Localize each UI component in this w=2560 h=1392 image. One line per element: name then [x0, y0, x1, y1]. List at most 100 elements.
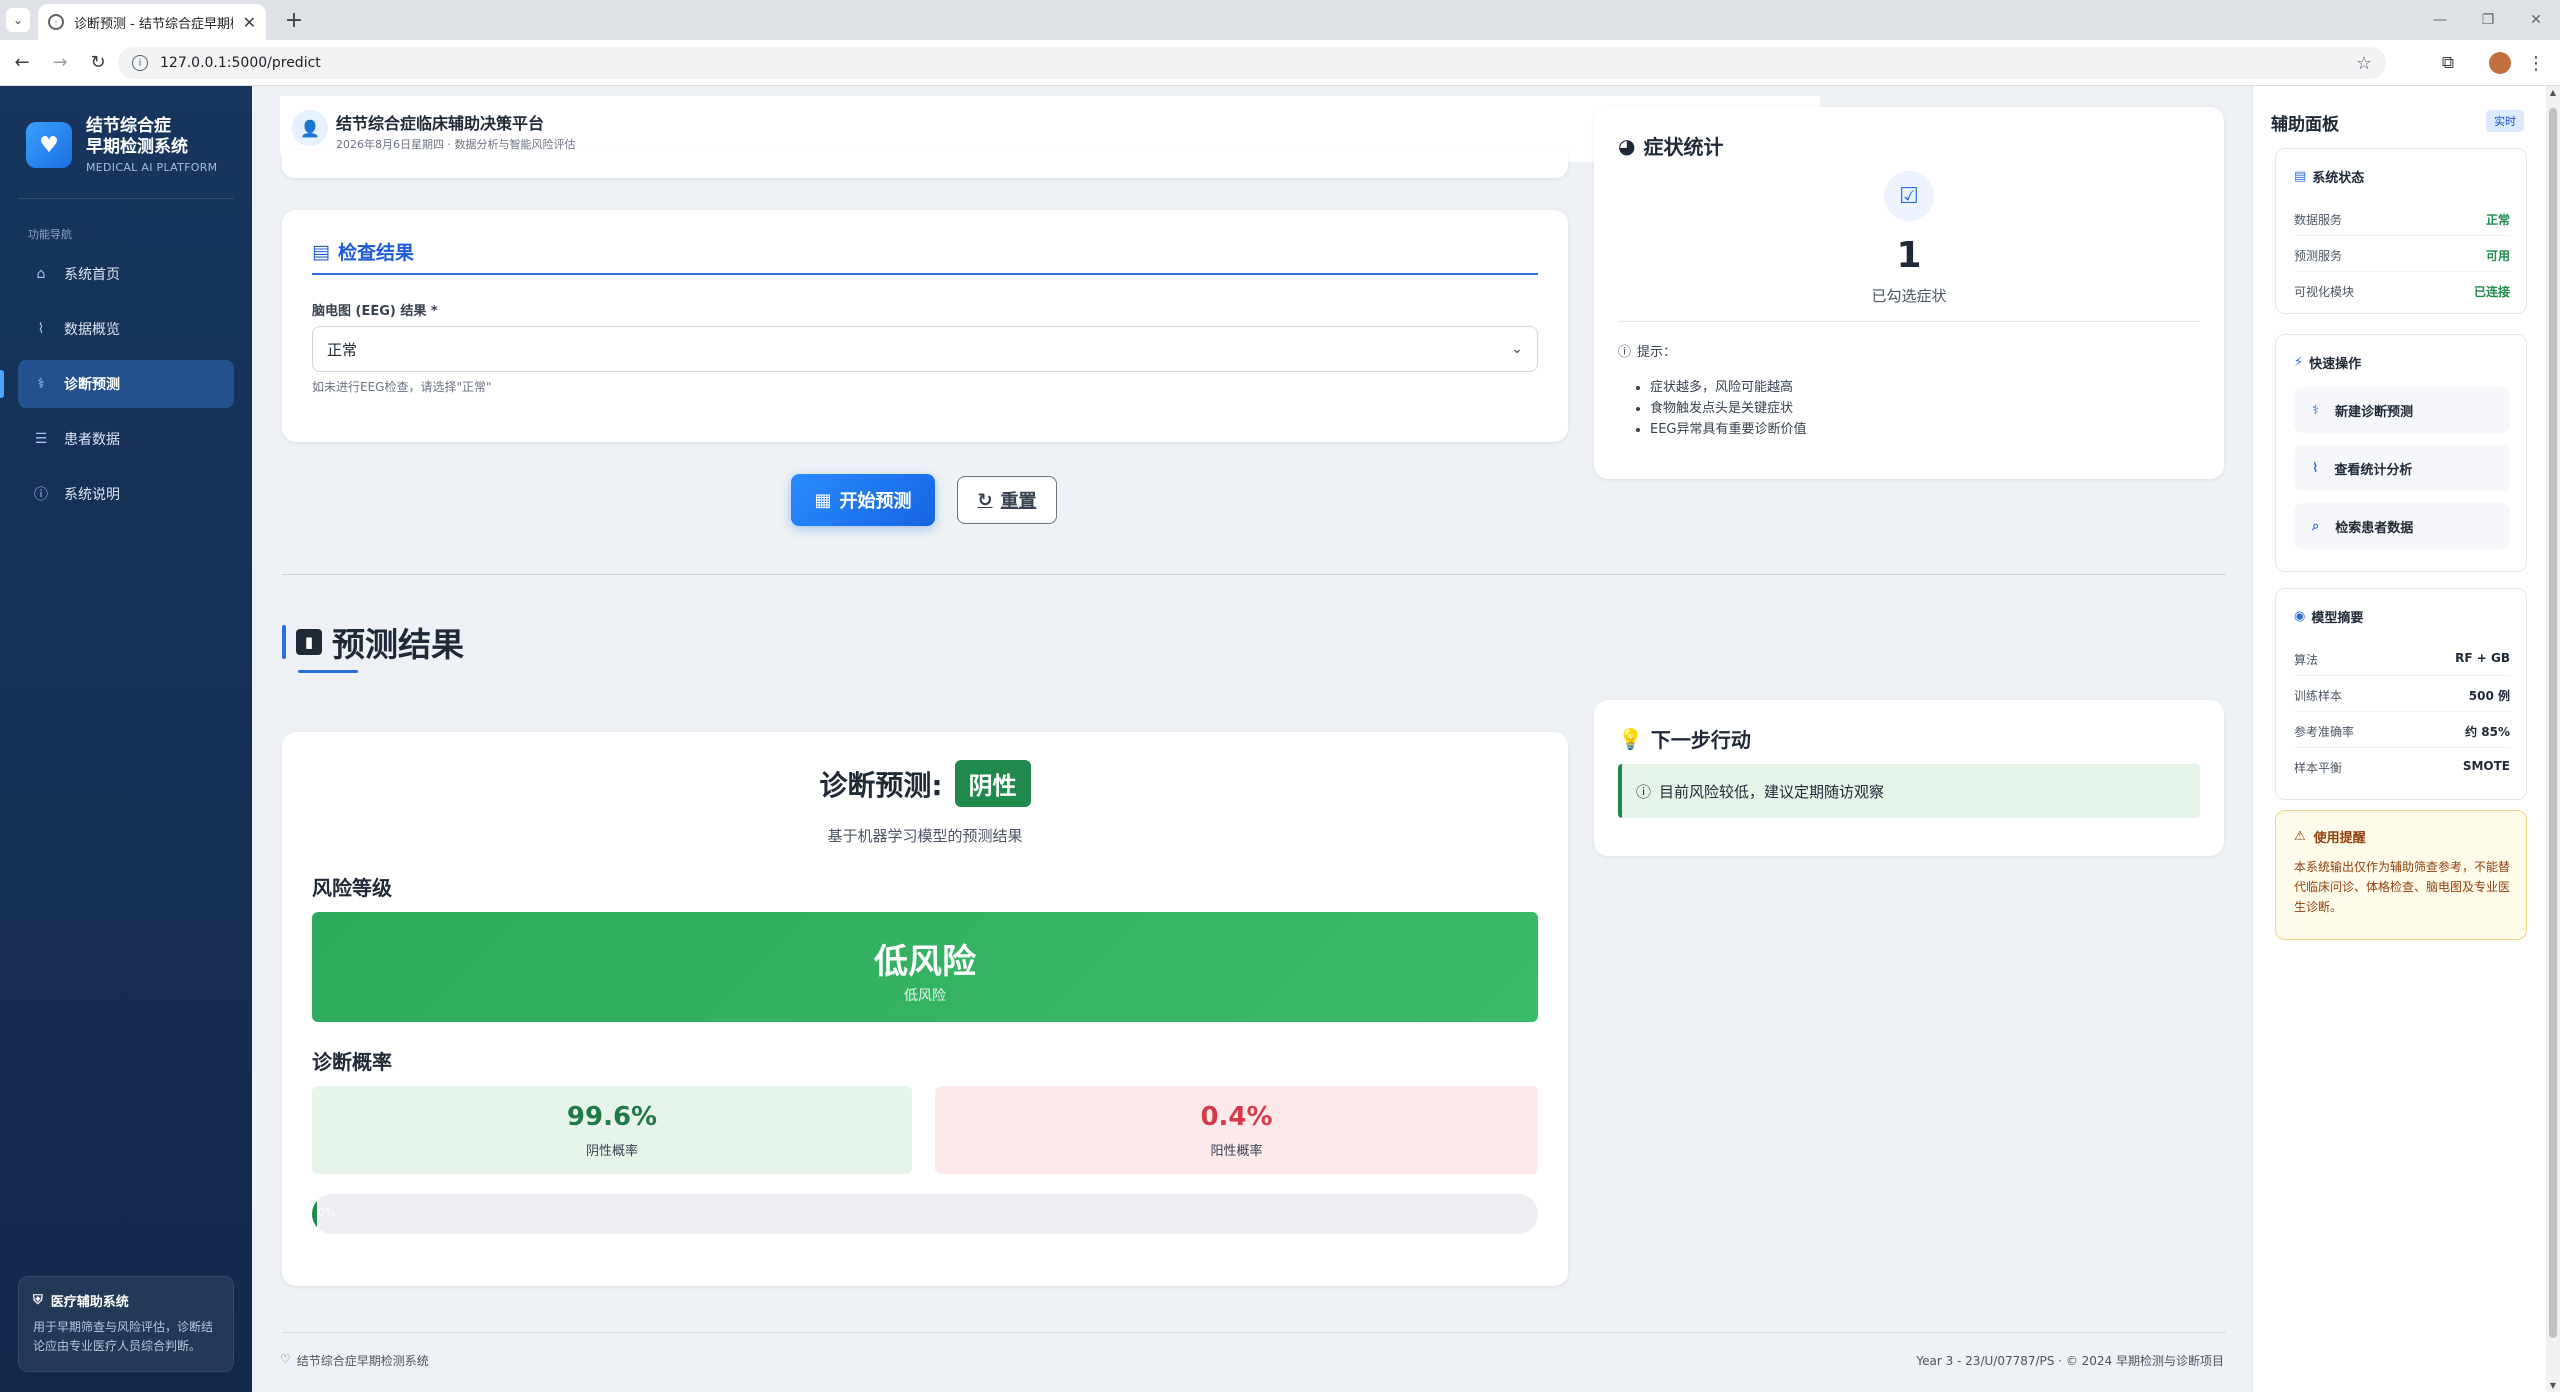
usage-warning-title: ⚠ 使用提醒 [2294, 827, 2366, 846]
reload-icon[interactable]: ↻ [82, 47, 114, 79]
eeg-field-label: 脑电图 (EEG) 结果 * [312, 304, 438, 319]
scrollbar-thumb[interactable] [2549, 108, 2557, 1338]
user-icon[interactable]: 👤 [292, 110, 328, 146]
quick-actions-panel: ⚡ 快速操作 ⚕ 新建诊断预测 ⌇ 查看统计分析 ⌕ 检索患者数据 [2275, 334, 2527, 572]
symptom-stats-card: ◕ 症状统计 ☑ 1 已勾选症状 ⓘ 提示： 症状越多，风险可能越高 食物触发点… [1594, 107, 2224, 479]
model-summary-title: ◉ 模型摘要 [2294, 607, 2363, 626]
stats-title: ◕ 症状统计 [1618, 131, 1723, 160]
window-close-icon[interactable]: ✕ [2512, 0, 2560, 40]
sidebar-item-about[interactable]: ⓘ 系统说明 [18, 470, 234, 518]
next-action-title-text: 下一步行动 [1650, 728, 1751, 752]
nav-section-label: 功能导航 [28, 228, 72, 241]
more-menu-icon[interactable]: ⋮ [2520, 47, 2552, 79]
page-scrollbar[interactable]: ▲ ▼ [2546, 86, 2560, 1392]
redo-icon: ↻ [977, 489, 993, 511]
footer-left-text: 结节综合症早期检测系统 [296, 1354, 429, 1368]
brand-title-line2: 早期检测系统 [86, 137, 188, 157]
start-predict-label: 开始预测 [839, 491, 912, 512]
sidebar-item-home[interactable]: ⌂ 系统首页 [18, 250, 234, 298]
warning-triangle-icon: ⚠ [2294, 829, 2306, 844]
footer-divider [282, 1332, 2226, 1333]
stats-divider [1618, 321, 2200, 322]
model-key: 样本平衡 [2294, 761, 2343, 775]
sidebar-footer-title: ⛨ 医疗辅助系统 [33, 1291, 219, 1310]
list-item: 食物触发点头是关键症状 [1650, 398, 1807, 419]
model-key: 参考准确率 [2294, 725, 2355, 739]
close-icon[interactable]: ✕ [243, 13, 256, 32]
status-row: 可视化模块 已连接 [2294, 283, 2510, 300]
row-separator [2294, 711, 2510, 712]
sidebar-nav: ⌂ 系统首页 ⌇ 数据概览 ⚕ 诊断预测 ☰ 患者数据 ⓘ 系统说明 [0, 250, 234, 525]
search-icon: ⌕ [2312, 518, 2320, 534]
model-row: 算法 RF + GB [2294, 651, 2510, 668]
section-divider [282, 574, 2226, 575]
start-predict-button[interactable]: ▦ 开始预测 [791, 474, 935, 526]
exam-title-underline [312, 273, 1538, 275]
database-icon: ☰ [34, 431, 48, 447]
sidebar-item-predict[interactable]: ⚕ 诊断预测 [0, 360, 234, 408]
site-info-icon[interactable]: i [132, 55, 148, 71]
row-separator [2294, 675, 2510, 676]
assist-panel-title: 辅助面板 [2271, 115, 2339, 135]
tips-heading: ⓘ 提示： [1618, 341, 1676, 360]
row-separator [2294, 271, 2510, 272]
scroll-down-icon[interactable]: ▼ [2546, 1381, 2560, 1390]
next-action-title: 💡 下一步行动 [1618, 724, 1751, 753]
model-summary-panel: ◉ 模型摘要 算法 RF + GB 训练样本 500 例 参考准确率 约 85%… [2275, 588, 2527, 800]
brand[interactable]: ♥ 结节综合症 早期检测系统 MEDICAL AI PLATFORM [26, 116, 217, 174]
diagnosis-line: 诊断预测: 阴性 [282, 760, 1568, 807]
extensions-icon[interactable]: ⧉ [2432, 47, 2464, 79]
sidebar-divider [18, 198, 234, 199]
browser-tab-active[interactable]: ◦ 诊断预测 - 结节综合症早期检测 ✕ [38, 4, 266, 40]
negative-probability-value: 99.6% [566, 1102, 658, 1132]
sidebar-item-label: 数据概览 [64, 322, 120, 338]
quick-new-prediction-button[interactable]: ⚕ 新建诊断预测 [2294, 387, 2510, 433]
status-key: 可视化模块 [2294, 285, 2355, 299]
reset-button[interactable]: ↻ 重置 [957, 476, 1057, 524]
system-status-title: ▤ 系统状态 [2294, 167, 2364, 186]
status-value: 正常 [2485, 213, 2510, 227]
minimize-icon[interactable]: — [2416, 0, 2464, 40]
bookmark-star-icon[interactable]: ☆ [2356, 53, 2372, 74]
eeg-select[interactable]: 正常 ⌄ [312, 326, 1538, 372]
symptom-count-label: 已勾选症状 [1871, 287, 1947, 305]
stats-title-text: 症状统计 [1643, 135, 1724, 159]
url-input[interactable]: i 127.0.0.1:5000/predict ☆ [118, 47, 2386, 79]
sidebar-item-patients[interactable]: ☰ 患者数据 [18, 415, 234, 463]
usage-warning-title-text: 使用提醒 [2313, 831, 2366, 846]
model-key: 算法 [2294, 653, 2319, 667]
tab-search-button[interactable]: ⌄ [6, 8, 30, 32]
heart-icon: ♡ [280, 1352, 291, 1366]
sidebar-footer-card: ⛨ 医疗辅助系统 用于早期筛查与风险评估，诊断结论应由专业医疗人员综合判断。 [18, 1276, 234, 1372]
restore-icon[interactable]: ❐ [2464, 0, 2512, 40]
tab-title: 诊断预测 - 结节综合症早期检测 [74, 16, 233, 32]
pie-chart-icon: ◕ [1618, 133, 1636, 158]
positive-probability-value: 0.4% [1200, 1102, 1273, 1132]
tips-heading-text: 提示： [1637, 345, 1677, 360]
scroll-up-icon[interactable]: ▲ [2546, 88, 2560, 97]
system-status-title-text: 系统状态 [2312, 171, 2365, 186]
forward-icon[interactable]: → [44, 47, 76, 79]
model-row: 样本平衡 SMOTE [2294, 759, 2510, 776]
status-key: 预测服务 [2294, 249, 2343, 263]
sidebar-item-label: 诊断预测 [64, 377, 120, 393]
symptom-count: 1 [1896, 235, 1922, 276]
browser-tab-bar: ⌄ ◦ 诊断预测 - 结节综合症早期检测 ✕ + — ❐ ✕ [0, 0, 2560, 40]
usage-warning-panel: ⚠ 使用提醒 本系统输出仅作为辅助筛查参考，不能替代临床问诊、体格检查、脑电图及… [2275, 810, 2527, 940]
profile-avatar-icon[interactable] [2484, 47, 2516, 79]
quick-stats-button[interactable]: ⌇ 查看统计分析 [2294, 445, 2510, 491]
positive-probability-box: 0.4% 阳性概率 [935, 1086, 1538, 1174]
model-value: 约 85% [2465, 725, 2510, 739]
eeg-select-value: 正常 [327, 340, 358, 359]
status-key: 数据服务 [2294, 213, 2343, 227]
info-circle-icon: ⓘ [1618, 345, 1632, 360]
back-icon[interactable]: ← [6, 47, 38, 79]
quick-actions-title: ⚡ 快速操作 [2294, 353, 2361, 372]
quick-search-button[interactable]: ⌕ 检索患者数据 [2294, 503, 2510, 549]
tips-list: 症状越多，风险可能越高 食物触发点头是关键症状 EEG异常具有重要诊断价值 [1650, 377, 1807, 440]
probability-progress-bar: 0% [312, 1194, 1538, 1234]
sidebar-item-overview[interactable]: ⌇ 数据概览 [18, 305, 234, 353]
new-tab-button[interactable]: + [280, 6, 308, 34]
row-separator [2294, 747, 2510, 748]
chevron-down-icon: ⌄ [1511, 341, 1523, 357]
